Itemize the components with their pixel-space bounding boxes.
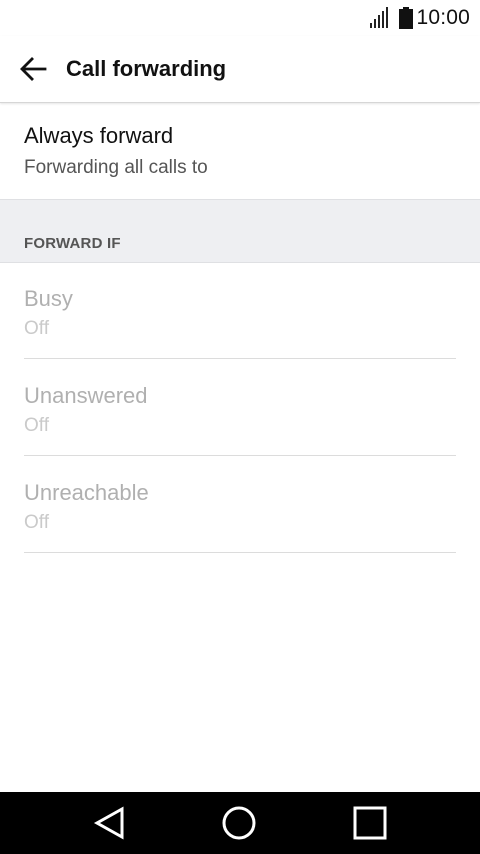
status-bar: 10:00 — [0, 0, 480, 36]
call-forwarding-screen: 10:00 Call forwarding Always forward For… — [0, 0, 480, 854]
square-recents-icon — [353, 806, 387, 840]
nav-back-button[interactable] — [89, 803, 129, 843]
arrow-left-icon — [20, 57, 47, 81]
forward-busy-item[interactable]: Busy Off — [0, 262, 480, 359]
forward-busy-title: Busy — [24, 286, 73, 311]
always-forward-title: Always forward — [24, 123, 174, 148]
signal-icon — [370, 7, 389, 28]
page-title: Call forwarding — [66, 56, 227, 81]
circle-home-icon — [222, 806, 256, 840]
divider — [24, 552, 456, 553]
forward-unanswered-summary: Off — [24, 415, 49, 436]
forward-unreachable-summary: Off — [24, 512, 49, 533]
back-button[interactable] — [14, 51, 52, 87]
forward-if-section-header: FORWARD IF — [0, 199, 480, 263]
battery-icon — [399, 7, 414, 29]
always-forward-item[interactable]: Always forward Forwarding all calls to — [0, 103, 480, 199]
forward-unanswered-item[interactable]: Unanswered Off — [0, 359, 480, 456]
forward-unreachable-title: Unreachable — [24, 480, 149, 505]
forward-unanswered-title: Unanswered — [24, 383, 148, 408]
status-time: 10:00 — [416, 6, 470, 29]
section-label: FORWARD IF — [24, 235, 121, 252]
status-indicators: 10:00 — [369, 6, 470, 30]
nav-home-button[interactable] — [219, 803, 259, 843]
forward-unreachable-item[interactable]: Unreachable Off — [0, 456, 480, 553]
forward-busy-summary: Off — [24, 318, 49, 339]
app-bar: Call forwarding — [0, 36, 480, 103]
nav-recents-button[interactable] — [350, 803, 390, 843]
always-forward-summary: Forwarding all calls to — [24, 157, 208, 178]
navigation-bar — [0, 792, 480, 854]
triangle-back-icon — [93, 806, 124, 840]
